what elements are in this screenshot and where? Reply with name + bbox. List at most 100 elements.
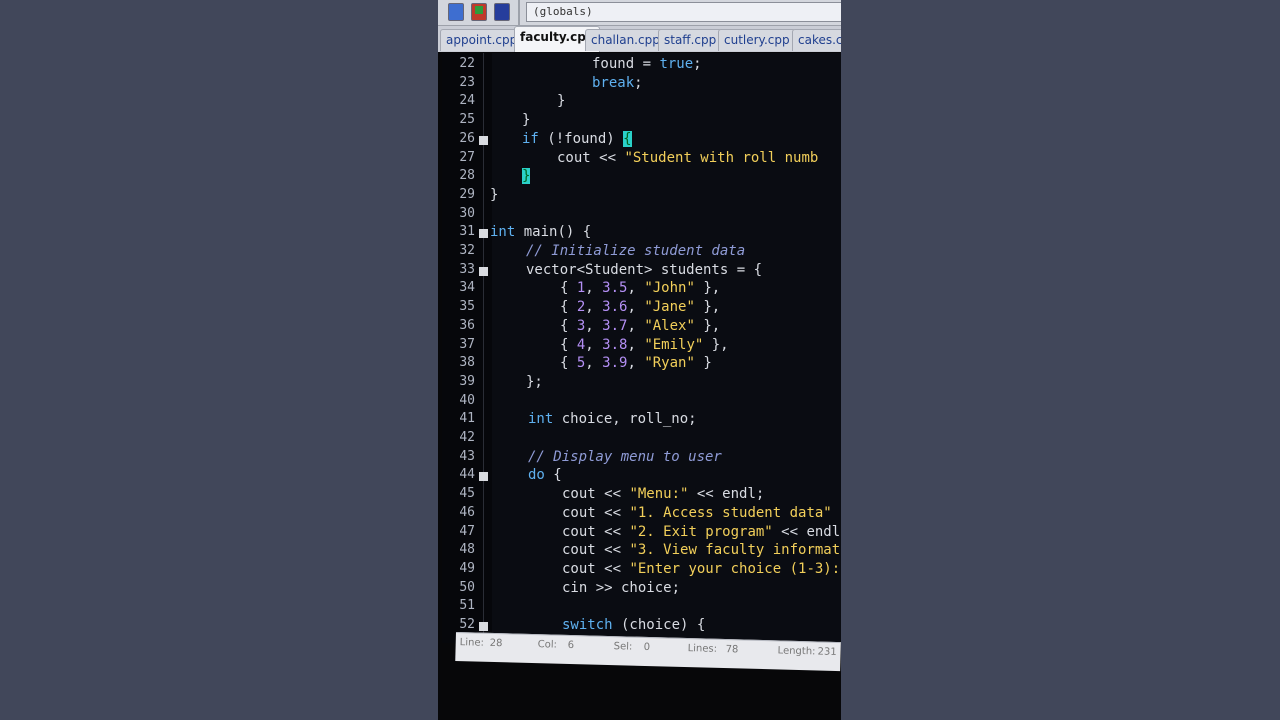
code-token: "Student with roll numb [624, 149, 819, 166]
code-line[interactable]: } [490, 187, 498, 203]
code-token: << endl; [688, 486, 765, 503]
status-lines-value: 78 [725, 644, 739, 656]
code-line[interactable]: int choice, roll_no; [528, 411, 697, 427]
fold-toggle-icon[interactable] [479, 229, 488, 239]
line-number: 45 [459, 486, 475, 502]
code-line[interactable]: { 3, 3.7, "Alex" }, [560, 318, 720, 334]
file-tabs: appoint.cpp faculty.cpp challan.cpp staf… [438, 26, 841, 52]
code-line[interactable]: // Initialize student data [526, 243, 745, 259]
code-line[interactable]: cin >> choice; [562, 580, 680, 596]
code-token: { [560, 336, 577, 353]
code-token: , [585, 299, 603, 316]
code-token: , [585, 280, 603, 297]
code-token: 3.6 [602, 299, 628, 316]
tab-cakes[interactable]: cakes.cp [792, 29, 841, 51]
code-token: cout << [562, 486, 630, 503]
code-line[interactable]: { 4, 3.8, "Emily" }, [560, 337, 729, 353]
code-token: // Display menu to user [528, 448, 722, 465]
code-line[interactable]: } [522, 168, 531, 185]
code-token: if [522, 130, 539, 147]
fold-toggle-icon[interactable] [479, 266, 488, 276]
code-token: , [585, 317, 603, 334]
code-line[interactable]: { 2, 3.6, "Jane" }, [560, 299, 720, 315]
code-token: do [528, 467, 545, 484]
code-line[interactable]: cout << "3. View faculty informati [562, 542, 841, 558]
code-token: cout << [562, 504, 630, 521]
code-token: "Menu:" [629, 486, 689, 503]
line-number: 31 [459, 224, 475, 240]
code-line[interactable]: do { [528, 467, 562, 483]
status-line-label: Line: [459, 637, 485, 649]
code-line[interactable]: // Display menu to user [528, 449, 722, 465]
line-number: 30 [459, 205, 475, 221]
code-token: 3.8 [602, 336, 628, 353]
code-token: } [490, 186, 499, 203]
code-token: , [627, 355, 645, 372]
code-token: cout << [562, 542, 630, 559]
video-letterbox-left [0, 0, 438, 720]
code-line[interactable]: cout << "2. Exit program" << endl [562, 524, 840, 540]
code-token: { [560, 299, 577, 316]
code-line[interactable]: found = true; [592, 56, 702, 72]
status-col-value: 6 [567, 639, 575, 652]
code-line[interactable]: switch (choice) { [562, 617, 705, 633]
status-lines-label: Lines: [687, 643, 718, 655]
code-line[interactable]: cout << "1. Access student data" [562, 505, 832, 521]
line-number: 41 [459, 411, 475, 427]
code-token: }; [526, 373, 543, 390]
code-token: int [490, 224, 516, 241]
code-line[interactable]: int main() { [490, 224, 591, 240]
status-col-label: Col: [537, 639, 558, 651]
fold-toggle-icon[interactable] [479, 622, 488, 631]
code-line[interactable]: }; [526, 374, 543, 390]
code-line[interactable]: vector<Student> students = { [526, 262, 762, 278]
code-token: , [627, 336, 645, 353]
code-line[interactable]: { 5, 3.9, "Ryan" } [560, 355, 712, 371]
code-line[interactable]: } [522, 112, 530, 128]
code-token: , [627, 299, 645, 316]
book-icon[interactable] [494, 3, 510, 21]
code-token: true [659, 56, 694, 72]
code-token: "Emily" [644, 336, 704, 353]
line-number: 34 [459, 280, 475, 296]
tab-staff[interactable]: staff.cpp [658, 29, 723, 51]
code-token: , [585, 355, 603, 372]
code-token: , [627, 317, 645, 334]
code-token: }, [694, 299, 721, 316]
code-editor[interactable]: 22 found = true; 23 break; 24} 25} 26 if (!foun… [442, 53, 841, 643]
code-line[interactable]: { 1, 3.5, "John" }, [560, 280, 720, 296]
code-token: 3.9 [602, 355, 628, 372]
tab-challan[interactable]: challan.cpp [585, 29, 666, 51]
code-token: , [585, 336, 603, 353]
code-token: int [528, 411, 554, 428]
scope-dropdown[interactable]: (globals) [526, 2, 841, 22]
code-line[interactable]: if (!found) { [522, 130, 632, 147]
editor-window: (globals) appoint.cpp faculty.cpp challa… [438, 0, 841, 720]
code-token: cout << [562, 560, 630, 577]
code-token: "Ryan" [644, 355, 695, 372]
line-number: 43 [459, 448, 475, 464]
fold-toggle-icon[interactable] [479, 472, 488, 482]
add-file-icon[interactable] [471, 3, 487, 21]
code-token: "John" [644, 280, 695, 297]
code-token: cout << [557, 149, 625, 166]
line-number: 38 [459, 355, 475, 371]
status-length-label: Length: [777, 645, 816, 658]
code-line[interactable]: cout << "Student with roll numb [557, 150, 818, 166]
tab-appoint[interactable]: appoint.cpp [440, 29, 524, 51]
code-token: switch [562, 617, 613, 633]
code-token: found = [592, 56, 660, 72]
video-letterbox-right [841, 0, 1280, 720]
line-number: 24 [459, 93, 475, 109]
code-line[interactable]: cout << "Menu:" << endl; [562, 486, 764, 502]
tab-cutlery[interactable]: cutlery.cpp [718, 29, 796, 51]
code-line[interactable]: } [557, 93, 565, 109]
line-number: 46 [459, 504, 475, 520]
project-icon[interactable] [448, 3, 464, 21]
code-line[interactable]: cout << "Enter your choice (1-3): [562, 561, 841, 577]
code-token: break [592, 74, 635, 91]
line-number: 40 [459, 392, 475, 408]
code-token: "1. Access student data" [629, 504, 832, 521]
code-line[interactable]: break; [592, 75, 643, 91]
fold-toggle-icon[interactable] [479, 135, 488, 145]
